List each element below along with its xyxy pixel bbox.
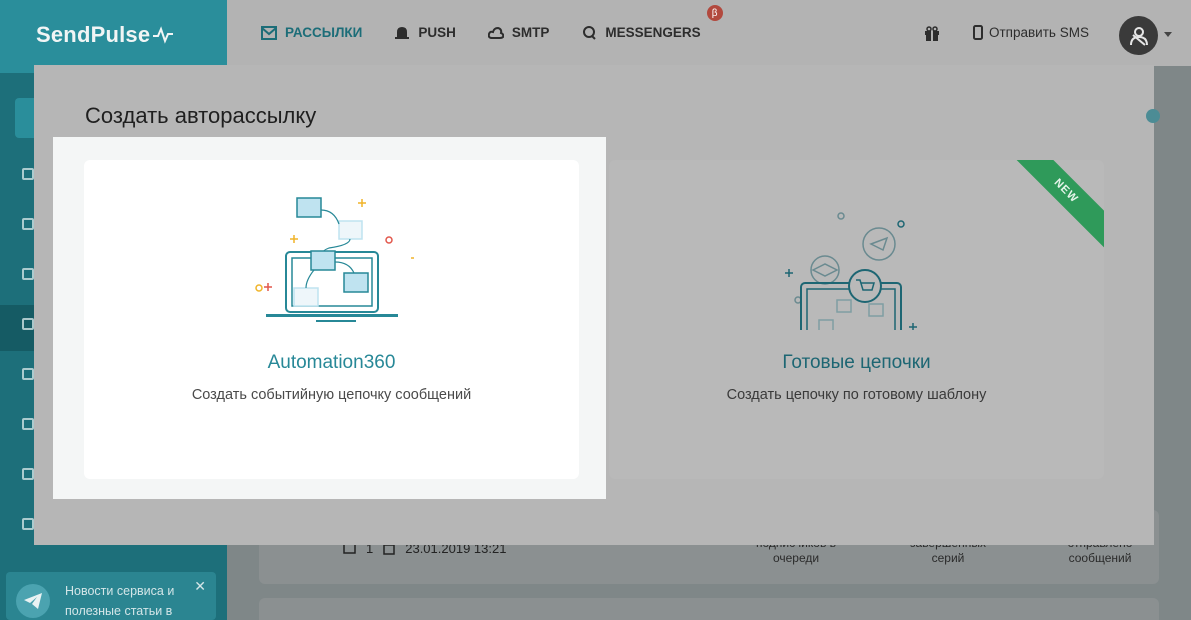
nav-item-campaigns[interactable]: РАССЫЛКИ <box>261 25 362 40</box>
nav-item-smtp[interactable]: SMTP <box>487 25 549 40</box>
template-icon[interactable] <box>22 268 34 280</box>
mail-icon <box>261 25 277 40</box>
calendar-icon[interactable] <box>22 518 34 530</box>
help-icon[interactable] <box>1146 109 1160 123</box>
list-icon[interactable] <box>22 168 34 180</box>
upload-icon[interactable] <box>22 218 34 230</box>
logo[interactable]: SendPulse <box>36 22 174 48</box>
cloud-icon <box>487 26 504 39</box>
automation-icon[interactable] <box>22 318 34 330</box>
nav-item-messengers[interactable]: MESSENGERS β <box>581 5 723 40</box>
beta-badge: β <box>706 5 723 21</box>
option-description: Создать событийную цепочку сообщений <box>191 387 472 403</box>
gift-icon[interactable] <box>924 26 940 42</box>
phone-icon <box>973 25 983 40</box>
telegram-promo-text: Новости сервиса и полезные статьи в <box>65 584 175 618</box>
automation360-option[interactable]: Automation360 Создать событийную цепочку… <box>84 160 579 479</box>
chevron-down-icon[interactable] <box>1164 32 1172 37</box>
chat-icon <box>583 25 597 40</box>
new-badge: NEW <box>1007 160 1104 250</box>
pulse-icon <box>153 26 174 44</box>
user-icon <box>1129 26 1148 46</box>
top-navigation: РАССЫЛКИ PUSH SMTP MESSENGERS β Отправит… <box>227 0 1191 66</box>
stats-icon[interactable] <box>22 468 34 480</box>
sidebar-create-button[interactable] <box>15 98 34 138</box>
users-icon[interactable] <box>22 368 34 380</box>
send-sms-button[interactable]: Отправить SMS <box>973 25 1089 40</box>
laptop-flow-illustration <box>255 197 414 322</box>
automation-list-item <box>259 598 1159 620</box>
sidebar-header: SendPulse <box>0 0 227 73</box>
ready-chains-option[interactable]: NEW Готовые цепочки Создать цепочку по г… <box>609 160 1104 479</box>
telegram-promo[interactable]: Новости сервиса и полезные статьи в ✕ <box>6 572 216 620</box>
avatar[interactable] <box>1119 16 1158 55</box>
close-icon[interactable]: ✕ <box>194 578 206 595</box>
form-icon[interactable] <box>22 418 34 430</box>
laptop-cart-illustration <box>785 212 917 330</box>
modal-title: Создать авторассылку <box>85 103 317 128</box>
telegram-icon <box>16 584 50 618</box>
option-title: Готовые цепочки <box>782 352 931 373</box>
option-title: Automation360 <box>267 352 396 373</box>
bell-icon <box>395 26 410 39</box>
option-description: Создать цепочку по готовому шаблону <box>726 387 987 403</box>
nav-item-push[interactable]: PUSH <box>394 25 456 40</box>
